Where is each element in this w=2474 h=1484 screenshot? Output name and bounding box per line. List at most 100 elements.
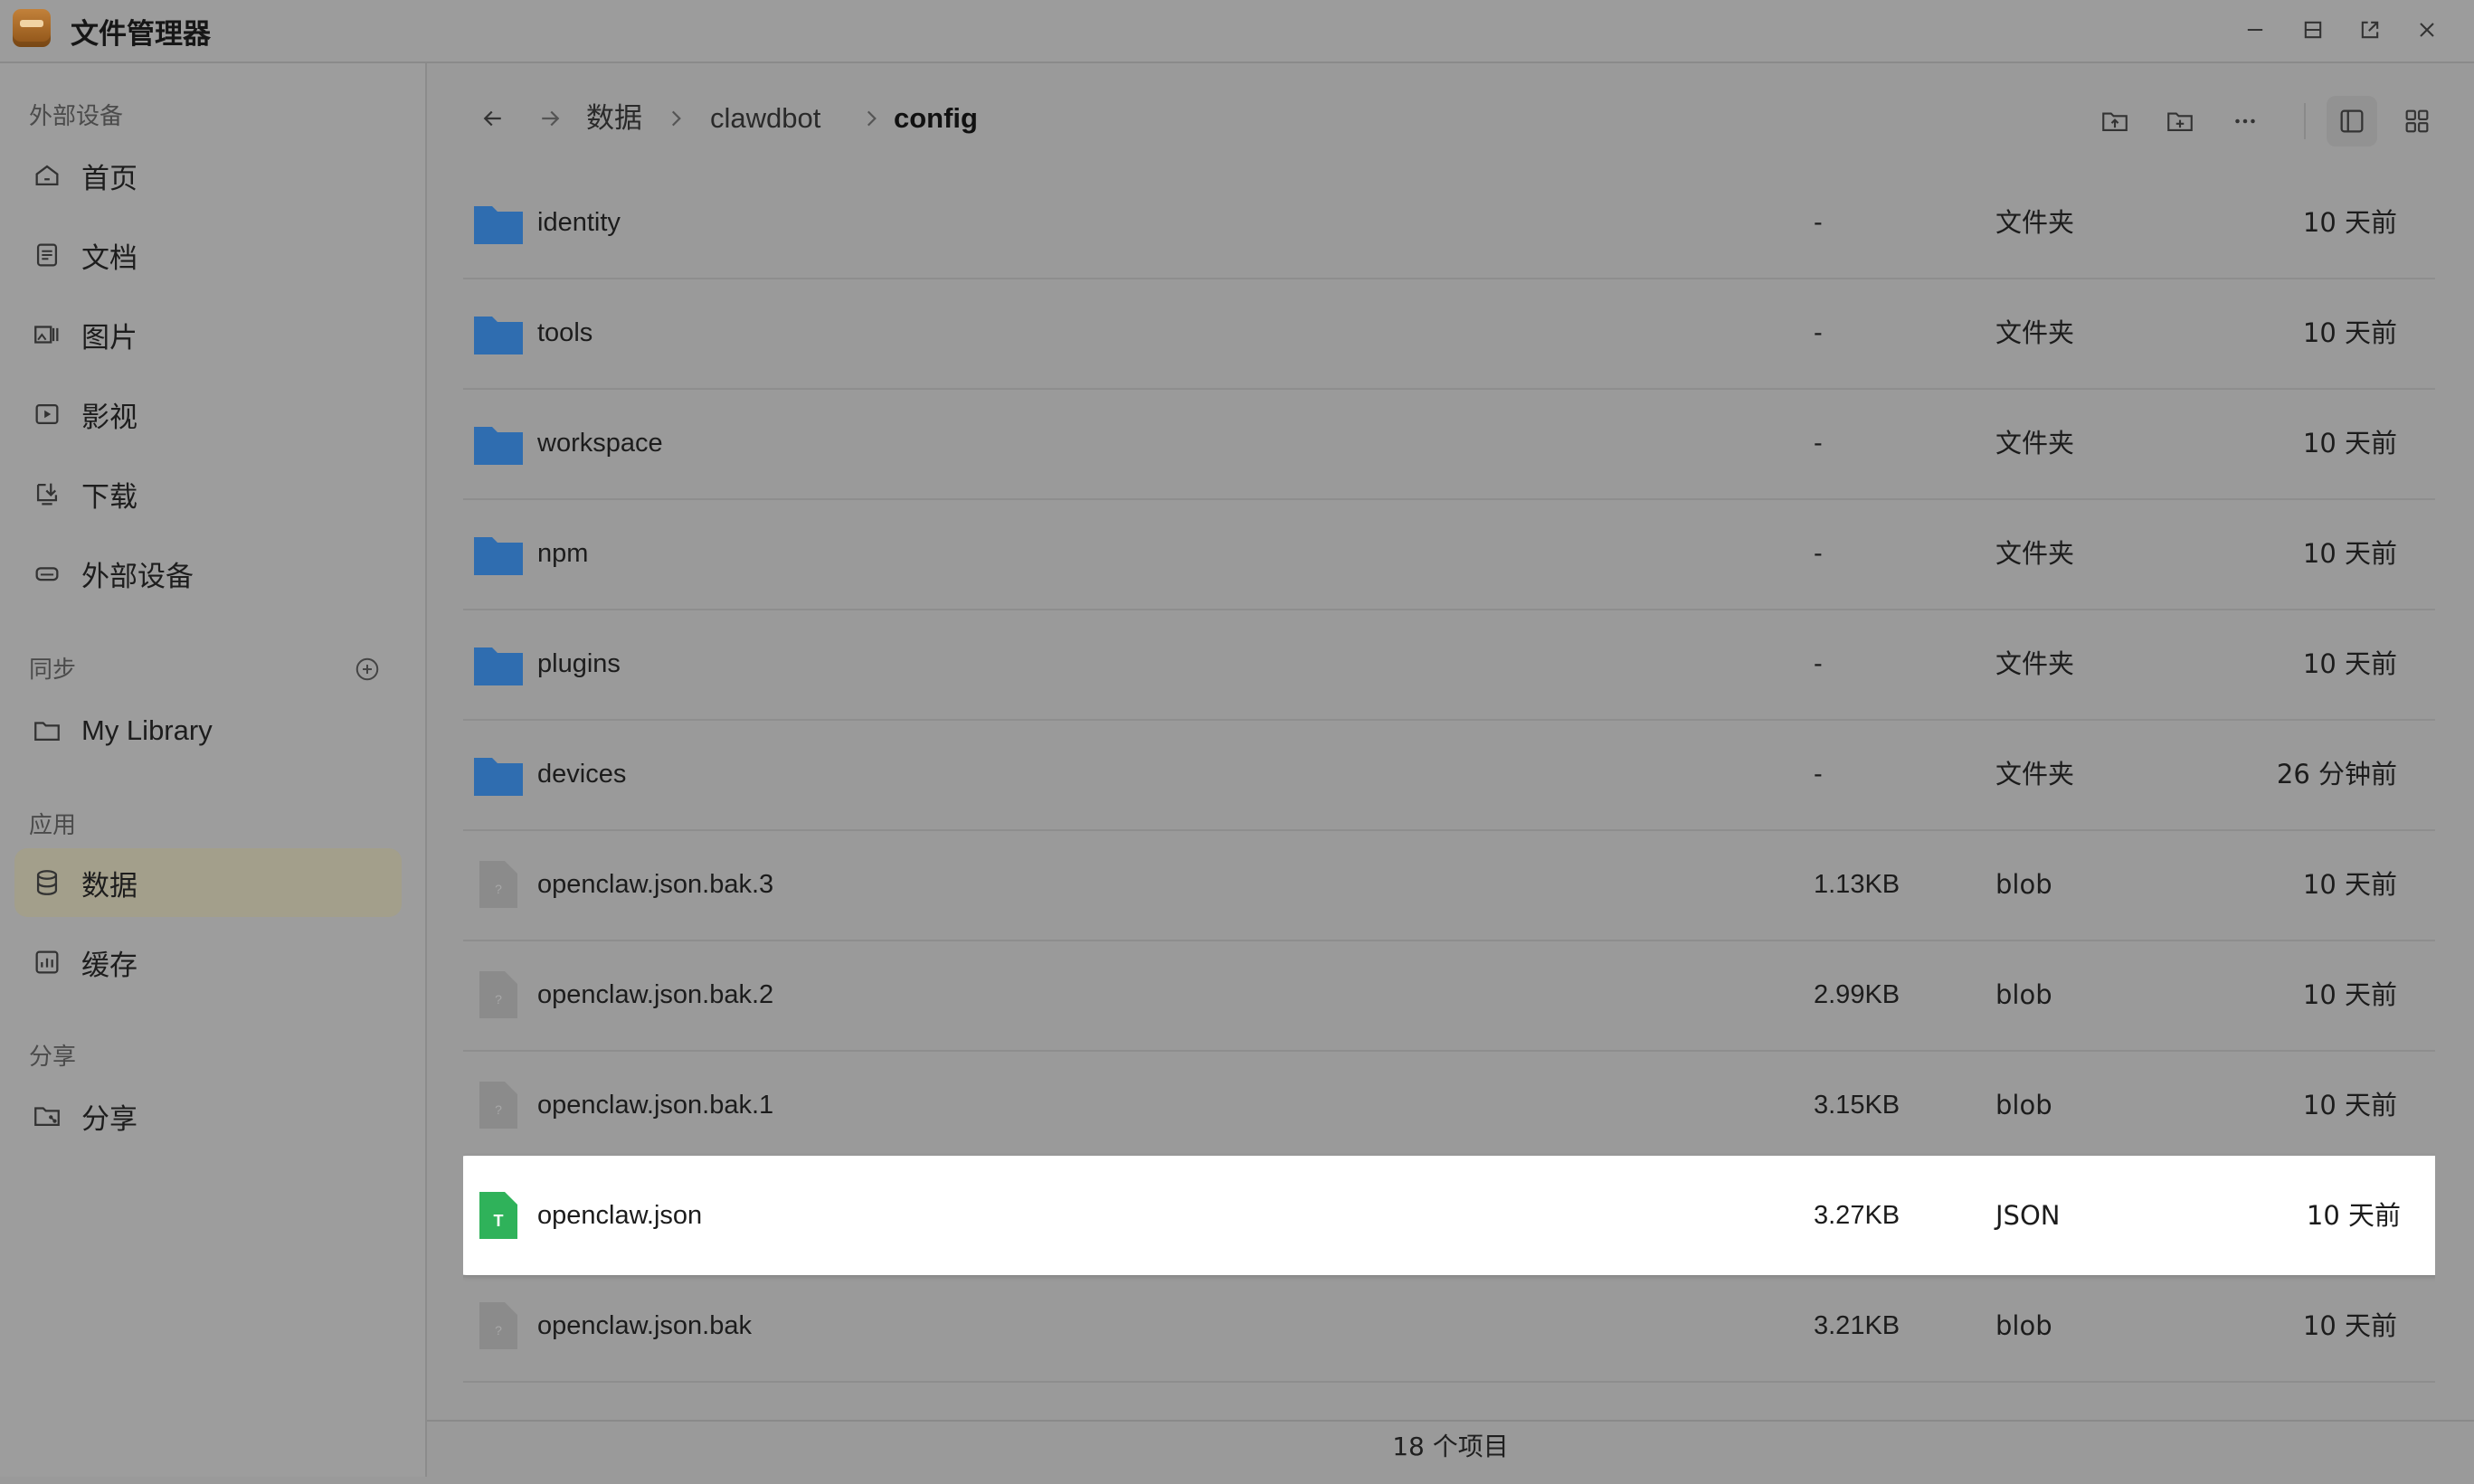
file-name: openclaw.json.bak.2 [537,980,774,1009]
file-size: - [1814,429,1823,458]
file-type: blob [1995,1090,2052,1120]
status-bar: 18 个项目 [427,1420,2474,1479]
file-row[interactable]: ? openclaw.json.bak 3.21KB blob 10 天前 [463,1271,2435,1383]
file-size: 2.99KB [1814,980,1901,1009]
minimize-icon [2247,28,2263,32]
file-row[interactable]: ? openclaw.json.bak.3 1.13KB blob 10 天前 [463,829,2435,941]
json-file-icon: T [479,1192,517,1239]
sidebar-item-videos[interactable]: 影视 [14,380,402,449]
sidebar-item-my-library[interactable]: My Library [14,696,402,765]
file-type: blob [1995,1310,2052,1341]
file-modified: 10 天前 [2302,428,2397,458]
close-button[interactable] [2406,9,2448,51]
file-size: - [1814,649,1823,678]
new-folder-button[interactable] [2155,96,2205,147]
file-size: 3.21KB [1814,1311,1901,1340]
file-row[interactable]: plugins - 文件夹 10 天前 [463,609,2435,721]
file-type: 文件夹 [1995,317,2075,348]
file-name: openclaw.json.bak.1 [537,1091,774,1120]
app-logo-icon [13,9,51,47]
file-row[interactable]: devices - 文件夹 26 分钟前 [463,719,2435,831]
file-row[interactable]: identity - 文件夹 10 天前 [463,167,2435,279]
sidebar-item-cache[interactable]: 缓存 [14,928,402,997]
minimize-button[interactable] [2234,9,2276,51]
file-name: openclaw.json [537,1201,703,1230]
section-title-share: 分享 [29,1044,77,1071]
file-modified: 10 天前 [2302,1310,2397,1341]
download-icon [29,476,65,512]
database-icon [29,865,65,901]
sidebar-item-external[interactable]: 外部设备 [14,539,402,608]
file-modified: 10 天前 [2302,648,2397,679]
more-button[interactable] [2220,96,2270,147]
file-name: npm [537,539,589,568]
maximize-button[interactable] [2292,9,2334,51]
file-modified: 26 分钟前 [2276,759,2397,789]
list-view-icon [2340,109,2364,133]
sidebar-item-home[interactable]: 首页 [14,141,402,210]
ellipsis-icon [2235,118,2255,124]
sidebar: 外部设备 首页 文档 图片 影视 下载 外部设备 同步 My Library 应… [0,63,427,1477]
file-row[interactable]: tools - 文件夹 10 天前 [463,278,2435,390]
section-title-apps: 应用 [29,812,77,839]
plus-circle-icon [355,657,379,681]
folder-icon [29,713,65,749]
file-name: plugins [537,649,621,678]
sidebar-item-label: My Library [81,714,213,746]
folder-icon [474,537,523,575]
svg-text:?: ? [495,1102,502,1117]
file-row[interactable]: workspace - 文件夹 10 天前 [463,388,2435,500]
folder-icon [474,206,523,244]
file-modified: 10 天前 [2302,979,2397,1010]
app-title: 文件管理器 [71,18,211,51]
shared-folder-icon [29,1098,65,1134]
drive-icon [29,555,65,591]
file-type: 文件夹 [1995,759,2075,789]
sidebar-item-label: 分享 [81,1102,137,1136]
forward-button[interactable] [527,96,573,141]
main-panel: 数据 clawdbot config identity - 文件夹 10 天前 tool… [427,63,2474,1479]
toolbar-divider [2304,103,2306,139]
document-icon [29,237,65,273]
file-size: 3.15KB [1814,1091,1901,1120]
upload-button[interactable] [2090,96,2140,147]
breadcrumb-item[interactable]: clawdbot [710,96,820,141]
unknown-file-icon: ? [479,971,517,1018]
maximize-icon [2304,21,2322,39]
sidebar-item-images[interactable]: 图片 [14,300,402,369]
file-row[interactable]: ? openclaw.json.bak.1 3.15KB blob 10 天前 [463,1050,2435,1162]
file-name: devices [537,760,627,789]
file-name: identity [537,208,621,237]
sidebar-item-share[interactable]: 分享 [14,1082,402,1150]
sidebar-item-downloads[interactable]: 下载 [14,459,402,528]
popout-button[interactable] [2349,9,2391,51]
file-row[interactable]: Topenclaw.json 3.27KB JSON 10 天前 [463,1156,2435,1275]
back-button[interactable] [470,96,516,141]
file-type: 文件夹 [1995,538,2075,569]
file-modified: 10 天前 [2302,1090,2397,1120]
sidebar-item-documents[interactable]: 文档 [14,221,402,289]
file-type: 文件夹 [1995,428,2075,458]
add-sync-button[interactable] [349,651,385,687]
folder-icon [474,427,523,465]
close-icon [2420,23,2434,37]
breadcrumb-item[interactable]: 数据 [586,96,642,141]
file-row[interactable]: ? openclaw.json.bak.2 2.99KB blob 10 天前 [463,940,2435,1052]
svg-text:?: ? [495,1323,502,1337]
file-modified: 10 天前 [2302,538,2397,569]
arrow-right-icon [542,110,560,127]
chevron-right-icon [671,110,681,127]
cache-icon [29,944,65,980]
file-row[interactable]: npm - 文件夹 10 天前 [463,498,2435,610]
file-size: - [1814,760,1823,789]
grid-view-button[interactable] [2392,96,2442,147]
svg-text:?: ? [495,992,502,1007]
svg-text:T: T [494,1212,504,1230]
file-type: blob [1995,869,2052,900]
unknown-file-icon: ? [479,861,517,908]
list-view-button[interactable] [2327,96,2377,147]
item-count: 18 个项目 [1392,1432,1509,1461]
sidebar-item-label: 外部设备 [81,560,194,593]
file-size: - [1814,208,1823,237]
sidebar-item-data[interactable]: 数据 [14,848,402,917]
